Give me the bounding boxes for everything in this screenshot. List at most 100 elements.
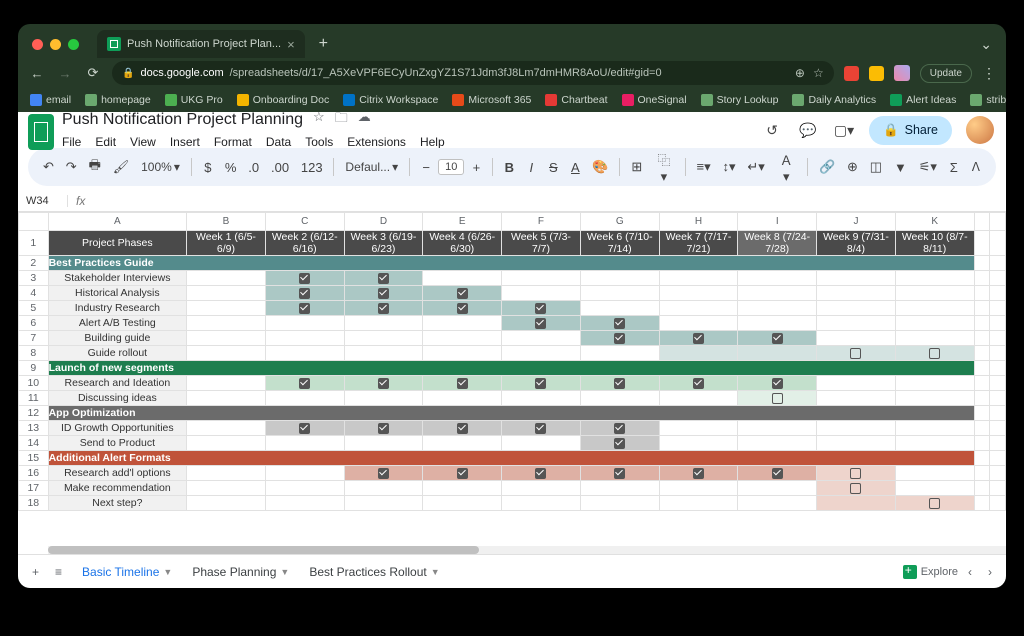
gantt-cell[interactable] [895,346,974,361]
gantt-cell[interactable] [817,286,896,301]
bookmark-item[interactable]: UKG Pro [165,94,223,106]
share-button[interactable]: 🔒 Share [869,116,952,145]
checkbox-icon[interactable] [535,303,546,314]
profile-avatar[interactable] [894,65,910,81]
gantt-cell[interactable] [502,421,581,436]
gantt-cell[interactable] [187,421,266,436]
gantt-cell[interactable] [738,421,817,436]
menu-view[interactable]: View [130,135,156,149]
strikethrough-button[interactable]: S [543,156,563,179]
row-header[interactable]: 15 [19,451,49,466]
column-header[interactable]: J [817,213,896,231]
gantt-cell[interactable] [187,391,266,406]
rotate-button[interactable]: Ａ▾ [772,146,801,189]
checkbox-icon[interactable] [850,483,861,494]
gantt-cell[interactable] [738,391,817,406]
week-header-cell[interactable]: Week 8 (7/24-7/28) [738,231,817,256]
week-header-cell[interactable]: Week 5 (7/3-7/7) [502,231,581,256]
gantt-cell[interactable] [659,481,738,496]
gantt-cell[interactable] [895,316,974,331]
checkbox-icon[interactable] [614,438,625,449]
gantt-cell[interactable] [187,331,266,346]
checkbox-icon[interactable] [614,318,625,329]
collapse-toolbar-button[interactable]: ᐱ [966,156,986,178]
checkbox-icon[interactable] [535,468,546,479]
checkbox-icon[interactable] [378,423,389,434]
checkbox-icon[interactable] [614,468,625,479]
column-header[interactable]: G [580,213,659,231]
gantt-cell[interactable] [423,301,502,316]
extension-icon[interactable] [869,66,884,81]
checkbox-icon[interactable] [299,423,310,434]
gantt-cell[interactable] [265,346,344,361]
comments-icon[interactable]: 💬 [797,122,819,139]
gantt-cell[interactable] [580,346,659,361]
task-label[interactable]: Next step? [48,496,187,511]
gantt-cell[interactable] [738,271,817,286]
bookmark-item[interactable]: Chartbeat [545,94,607,106]
checkbox-icon[interactable] [850,468,861,479]
gantt-cell[interactable] [817,496,896,511]
maximize-window-button[interactable] [68,39,79,50]
gantt-cell[interactable] [265,376,344,391]
row-header[interactable]: 14 [19,436,49,451]
borders-button[interactable]: ⊞ [626,155,647,179]
checkbox-icon[interactable] [535,423,546,434]
row-header[interactable]: 12 [19,406,49,421]
checkbox-icon[interactable] [772,468,783,479]
increase-font-button[interactable]: + [466,156,486,179]
chart-button[interactable]: ◫ [865,155,887,179]
column-header[interactable]: F [502,213,581,231]
checkbox-icon[interactable] [378,303,389,314]
gantt-cell[interactable] [817,301,896,316]
gantt-cell[interactable] [502,391,581,406]
minimize-window-button[interactable] [50,39,61,50]
gantt-cell[interactable] [265,421,344,436]
gantt-cell[interactable] [580,331,659,346]
checkbox-icon[interactable] [457,288,468,299]
account-avatar[interactable] [966,116,994,144]
gantt-cell[interactable] [659,316,738,331]
all-sheets-button[interactable]: ≡ [49,561,68,583]
gantt-cell[interactable] [895,391,974,406]
gantt-cell[interactable] [738,286,817,301]
checkbox-icon[interactable] [299,288,310,299]
menu-data[interactable]: Data [266,135,291,149]
gantt-cell[interactable] [344,496,423,511]
comment-button[interactable]: ⊕ [842,155,863,179]
phase-header-cell[interactable]: Project Phases [48,231,187,256]
gantt-cell[interactable] [344,436,423,451]
valign-button[interactable]: ↕▾ [717,155,740,179]
task-label[interactable]: Stakeholder Interviews [48,271,187,286]
reload-button[interactable]: ⟳ [84,65,102,81]
chevron-down-icon[interactable]: ▼ [431,567,440,577]
menu-extensions[interactable]: Extensions [347,135,406,149]
gantt-cell[interactable] [895,496,974,511]
column-header[interactable]: K [895,213,974,231]
horizontal-scrollbar[interactable] [48,546,1006,554]
week-header-cell[interactable]: Week 2 (6/12-6/16) [265,231,344,256]
checkbox-icon[interactable] [378,378,389,389]
checkbox-icon[interactable] [457,468,468,479]
row-header[interactable]: 1 [19,231,49,256]
gantt-cell[interactable] [895,286,974,301]
bookmark-item[interactable]: homepage [85,94,151,106]
checkbox-icon[interactable] [378,273,389,284]
gantt-cell[interactable] [344,466,423,481]
task-label[interactable]: Research add'l options [48,466,187,481]
row-header[interactable]: 6 [19,316,49,331]
phase-title-best-practices[interactable]: Best Practices Guide [48,256,974,271]
row-header[interactable]: 5 [19,301,49,316]
gantt-cell[interactable] [502,271,581,286]
tab-overflow-icon[interactable]: ⌄ [980,36,998,53]
gantt-cell[interactable] [502,301,581,316]
gantt-cell[interactable] [502,436,581,451]
week-header-cell[interactable]: Week 3 (6/19-6/23) [344,231,423,256]
gantt-cell[interactable] [187,436,266,451]
sheets-logo-icon[interactable] [28,114,54,150]
column-header[interactable]: H [659,213,738,231]
gantt-cell[interactable] [580,466,659,481]
extension-icon[interactable] [844,66,859,81]
gantt-cell[interactable] [423,286,502,301]
gantt-cell[interactable] [738,301,817,316]
